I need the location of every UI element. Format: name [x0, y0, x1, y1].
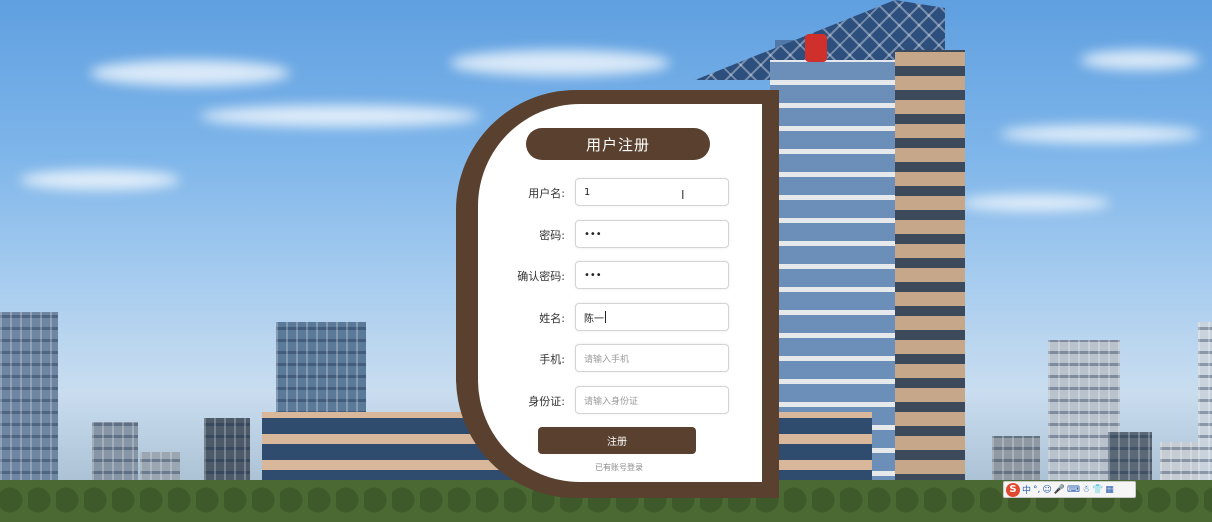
id-card-input[interactable]: 请输入身份证: [575, 386, 729, 414]
confirm-password-label: 确认密码:: [517, 270, 565, 283]
id-card-row: 身份证: 请输入身份证: [495, 386, 735, 416]
username-input[interactable]: 1 I: [575, 178, 729, 206]
password-label: 密码:: [539, 229, 565, 242]
hospital-logo: [805, 34, 827, 62]
username-label: 用户名:: [528, 187, 565, 200]
microphone-icon[interactable]: 🎤: [1054, 485, 1065, 495]
emoji-icon[interactable]: ☺: [1042, 485, 1051, 495]
phone-row: 手机: 请输入手机: [495, 344, 735, 374]
user-icon[interactable]: ☃: [1082, 485, 1090, 495]
ime-toolbar: S 中 °, ☺ 🎤 ⌨ ☃ 👕 ▦: [1003, 481, 1136, 498]
confirm-password-row: 确认密码: •••: [495, 261, 735, 291]
confirm-password-input[interactable]: •••: [575, 261, 729, 289]
name-row: 姓名: 陈一: [495, 303, 735, 333]
name-input[interactable]: 陈一: [575, 303, 729, 331]
id-card-label: 身份证:: [528, 395, 565, 408]
username-row: 用户名: 1 I: [495, 178, 735, 208]
sogou-logo-icon[interactable]: S: [1006, 482, 1020, 497]
punctuation-icon[interactable]: °,: [1033, 485, 1040, 495]
text-caret: [605, 311, 606, 323]
text-cursor-icon: I: [681, 188, 685, 202]
register-button[interactable]: 注册: [538, 427, 696, 454]
password-input[interactable]: •••: [575, 220, 729, 248]
phone-label: 手机:: [539, 353, 565, 366]
form-title: 用户注册: [526, 128, 710, 160]
phone-input[interactable]: 请输入手机: [575, 344, 729, 372]
password-row: 密码: •••: [495, 220, 735, 250]
register-card: [478, 104, 762, 482]
keyboard-icon[interactable]: ⌨: [1067, 485, 1080, 495]
name-label: 姓名:: [539, 312, 565, 325]
login-link[interactable]: 已有账号登录: [560, 462, 678, 473]
grid-icon[interactable]: ▦: [1105, 485, 1114, 495]
ime-mode-toggle[interactable]: 中: [1022, 483, 1031, 496]
shirt-icon[interactable]: 👕: [1092, 485, 1103, 495]
